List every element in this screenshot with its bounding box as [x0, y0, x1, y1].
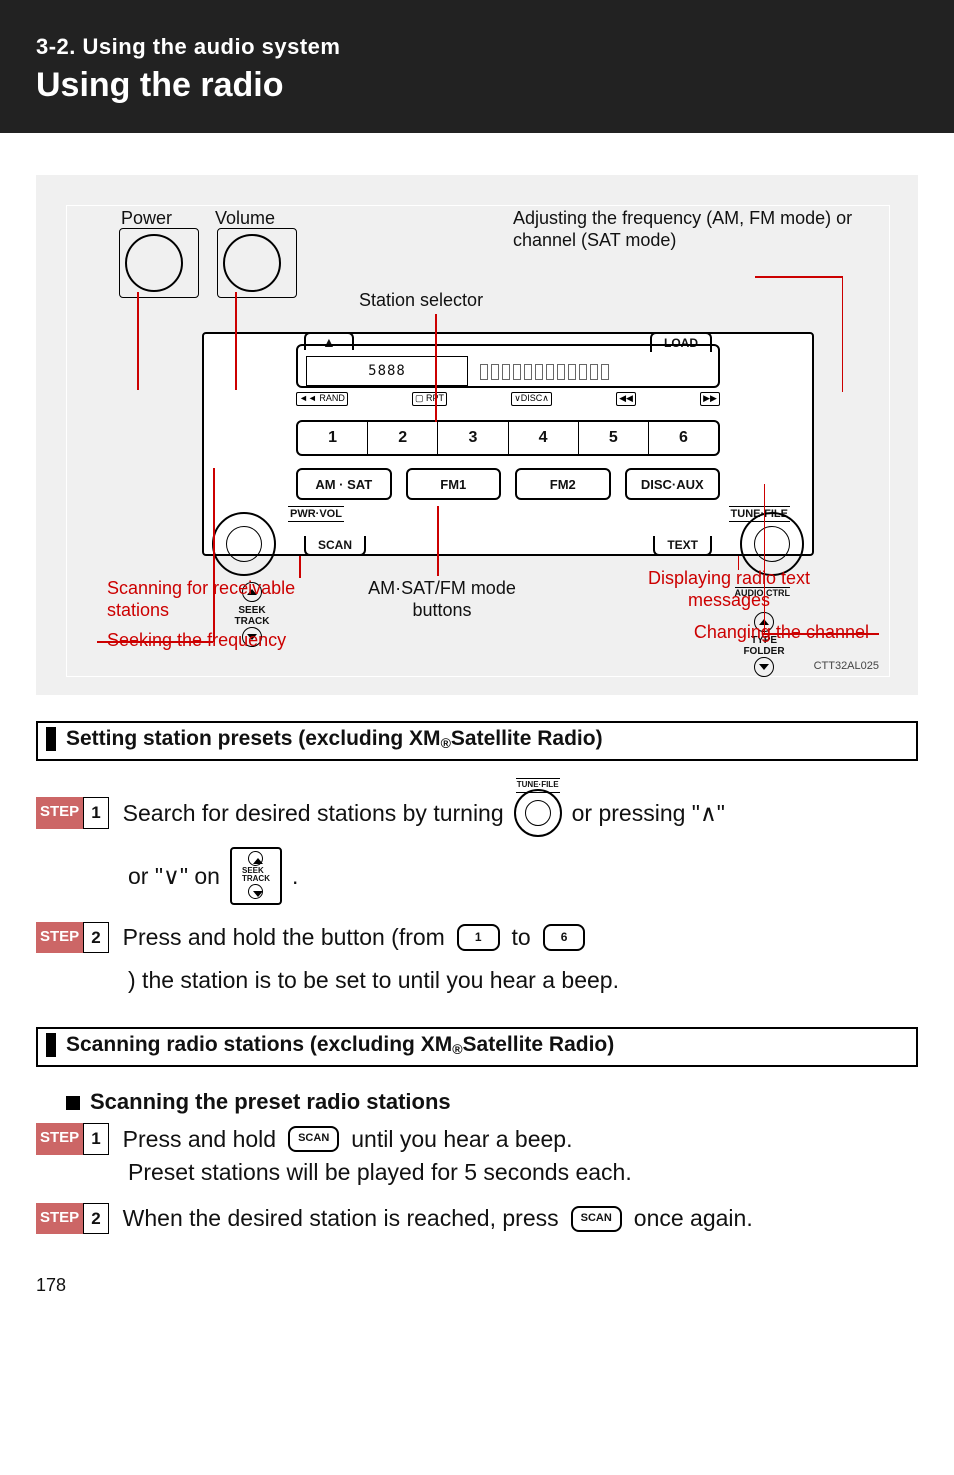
volume-knob-icon — [223, 234, 281, 292]
pwr-vol-knob[interactable] — [212, 512, 276, 576]
step-badge: STEP2 — [36, 922, 109, 953]
s2-step2: STEP2 When the desired station is reache… — [36, 1200, 918, 1237]
sub-heading: Scanning the preset radio stations — [66, 1089, 918, 1115]
page-title: Using the radio — [36, 66, 918, 105]
rew-label: ◀◀ — [616, 392, 636, 406]
text: once again. — [634, 1200, 918, 1237]
preset-3[interactable]: 3 — [438, 422, 508, 454]
scan-callout: Scanning for receivable stations — [107, 578, 327, 621]
preset-1-icon: 1 — [457, 924, 500, 951]
text: until you hear a beep. — [351, 1121, 572, 1158]
seek-track-icon: SEEKTRACK — [230, 847, 282, 905]
display-callout: Displaying radio text messages — [629, 568, 829, 611]
rpt-label: ▢ RPT — [412, 392, 447, 406]
radio-unit: ▲ LOAD PWR·VOL TUNE·FILE AUDIO CTRL 5888… — [202, 332, 814, 556]
tune-knob-icon: TUNE·FILE — [514, 789, 562, 837]
text: Search for desired stations by turning — [123, 795, 504, 832]
step-badge: STEP2 — [36, 1203, 109, 1234]
lcd-text: 5888 — [306, 356, 468, 386]
ff-label: ▶▶ — [700, 392, 720, 406]
s2-step1: STEP1 Press and hold SCAN until you hear… — [36, 1121, 918, 1158]
mode-row: AM · SAT FM1 FM2 DISC·AUX — [296, 468, 720, 500]
pointer-line — [738, 556, 740, 570]
freq-callout: Adjusting the frequency (AM, FM mode) or… — [513, 208, 883, 251]
preset-1[interactable]: 1 — [298, 422, 368, 454]
text: or "∨" on — [128, 858, 220, 895]
image-code: CTT32AL025 — [814, 660, 879, 672]
pointer-line — [437, 506, 439, 576]
text: or pressing "∧" — [572, 795, 725, 832]
fm2-button[interactable]: FM2 — [515, 468, 611, 500]
text: When the desired station is reached, pre… — [123, 1200, 559, 1237]
section-label: 3-2. Using the audio system — [36, 34, 918, 60]
preset-2[interactable]: 2 — [368, 422, 438, 454]
pointer-line — [764, 484, 766, 634]
text: Press and hold the button (from — [123, 919, 445, 956]
volume-label: Volume — [215, 208, 275, 229]
reg-mark: ® — [452, 1041, 462, 1057]
tune-caption: TUNE·FILE — [516, 778, 560, 793]
lcd-dashes — [480, 358, 710, 386]
preset-4[interactable]: 4 — [509, 422, 579, 454]
square-bullet-icon — [66, 1096, 80, 1110]
rand-label: ◄◄ RAND — [296, 392, 348, 406]
top-knob-group: Power Volume — [125, 212, 281, 292]
scan-button[interactable]: SCAN — [304, 536, 366, 556]
power-knob-icon — [125, 234, 183, 292]
display-footer: ◄◄ RAND ▢ RPT ∨DISC∧ ◀◀ ▶▶ — [296, 392, 720, 406]
power-label: Power — [121, 208, 172, 229]
section-heading-1: Setting station presets (excluding XM® S… — [36, 721, 918, 761]
pointer-line — [97, 641, 213, 643]
scan-button-icon: SCAN — [288, 1126, 339, 1152]
pointer-line — [755, 276, 843, 278]
modes-callout: AM·SAT/FM mode buttons — [367, 578, 517, 621]
text: . — [292, 858, 298, 895]
text: to — [512, 919, 531, 956]
step-badge: STEP1 — [36, 1123, 109, 1154]
preset-row: 1 2 3 4 5 6 — [296, 420, 720, 456]
pointer-line — [137, 292, 139, 390]
heading-text: Satellite Radio) — [451, 727, 603, 751]
disc-label: ∨DISC∧ — [511, 392, 552, 406]
pointer-line — [235, 292, 237, 390]
pointer-line — [435, 314, 437, 422]
step-badge: STEP1 — [36, 797, 109, 828]
text: Press and hold — [123, 1121, 276, 1158]
type-down-icon[interactable] — [754, 657, 774, 677]
chevron-down-icon — [248, 884, 263, 899]
station-selector-label: Station selector — [359, 290, 483, 312]
preset-6-icon: 6 — [543, 924, 586, 951]
s1-step2: STEP2 Press and hold the button (from 1 … — [36, 919, 918, 999]
pwr-vol-label: PWR·VOL — [288, 506, 344, 522]
heading-text: Satellite Radio) — [463, 1033, 615, 1057]
pointer-line — [299, 556, 301, 578]
diagram-panel: Power Volume Adjusting the frequency (AM… — [36, 175, 918, 695]
s1-step1b: or "∨" on SEEKTRACK . — [36, 847, 918, 905]
heading-text: Setting station presets (excluding XM — [66, 727, 441, 751]
heading-text: Scanning radio stations (excluding XM — [66, 1033, 452, 1057]
text-button[interactable]: TEXT — [653, 536, 712, 556]
lcd-display: 5888 — [296, 344, 720, 388]
s1-step1: STEP1 Search for desired stations by tur… — [36, 789, 918, 837]
preset-6[interactable]: 6 — [649, 422, 718, 454]
header: 3-2. Using the audio system Using the ra… — [0, 0, 954, 133]
disc-aux-button[interactable]: DISC·AUX — [625, 468, 721, 500]
reg-mark: ® — [441, 735, 451, 751]
s2-step1-note: Preset stations will be played for 5 sec… — [36, 1159, 918, 1186]
preset-5[interactable]: 5 — [579, 422, 649, 454]
page-number: 178 — [36, 1275, 954, 1296]
fm1-button[interactable]: FM1 — [406, 468, 502, 500]
section-heading-2: Scanning radio stations (excluding XM® S… — [36, 1027, 918, 1067]
text: ) the station is to be set to until you … — [36, 962, 918, 999]
am-sat-button[interactable]: AM · SAT — [296, 468, 392, 500]
scan-button-icon: SCAN — [571, 1206, 622, 1232]
pointer-line — [763, 633, 879, 635]
chevron-up-icon — [248, 851, 263, 866]
pointer-line — [213, 468, 215, 642]
tune-knob[interactable] — [740, 512, 804, 576]
pointer-line — [842, 276, 844, 392]
